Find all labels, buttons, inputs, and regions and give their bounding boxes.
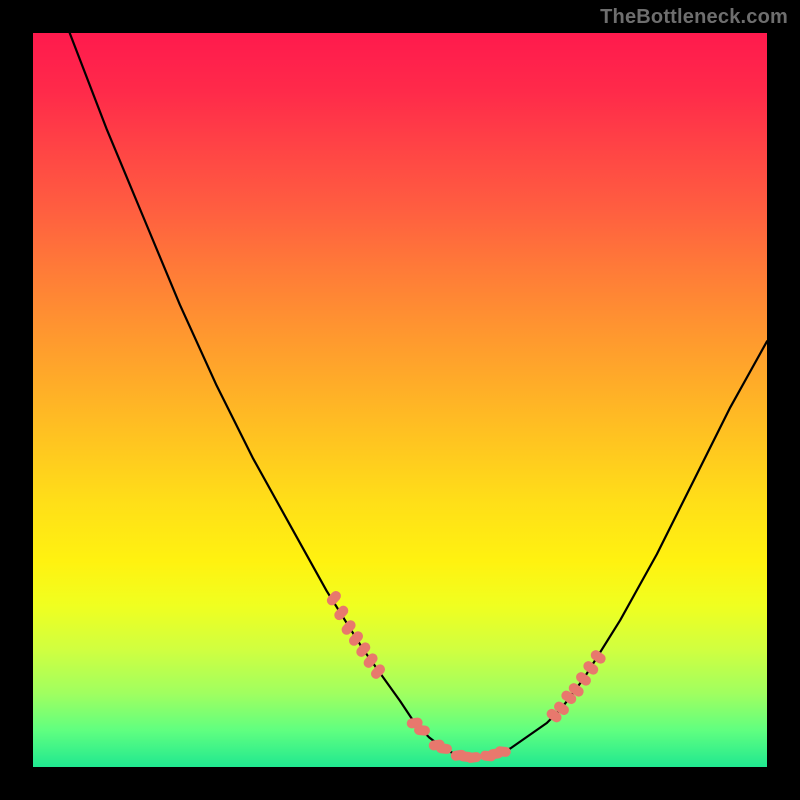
watermark-text: TheBottleneck.com	[600, 6, 788, 29]
chart-svg	[33, 33, 767, 767]
curve-markers	[325, 589, 608, 764]
chart-frame: TheBottleneck.com	[0, 0, 800, 800]
curve-line	[70, 33, 767, 758]
chart-plot-area	[33, 33, 767, 767]
